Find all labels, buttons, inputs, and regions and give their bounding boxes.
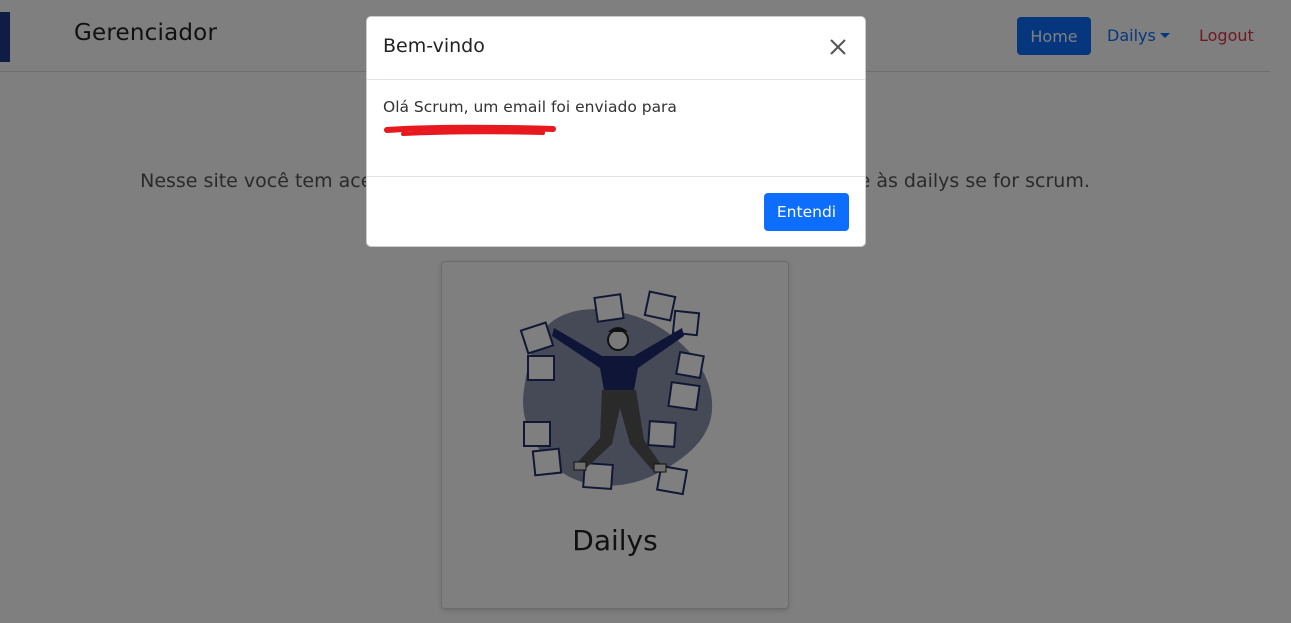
modal-title: Bem-vindo [383, 35, 485, 57]
modal-body: Olá Scrum, um email foi enviado para [367, 80, 865, 176]
close-icon[interactable] [827, 36, 849, 58]
modal-footer: Entendi [367, 176, 865, 246]
modal-header: Bem-vindo [367, 17, 865, 80]
page: Gerenciador Home Dailys Logout Nesse sit… [0, 0, 1291, 623]
modal-message: Olá Scrum, um email foi enviado para [383, 98, 677, 116]
welcome-modal: Bem-vindo Olá Scrum, um email foi enviad… [366, 16, 866, 247]
redacted-email [384, 124, 556, 136]
understood-button[interactable]: Entendi [764, 193, 849, 231]
